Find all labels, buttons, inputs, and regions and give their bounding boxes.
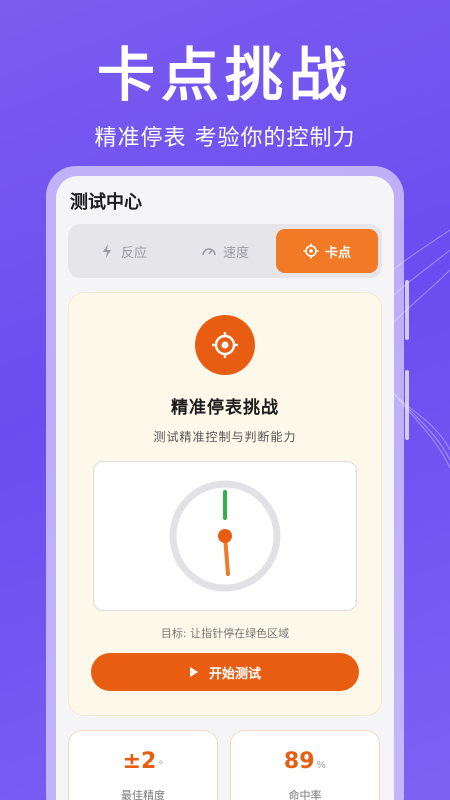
goal-text: 目标: 让指针停在绿色区域 bbox=[160, 627, 290, 640]
phone-side-button bbox=[405, 280, 409, 340]
tab-timing[interactable]: 卡点 bbox=[276, 229, 378, 273]
challenge-icon-badge bbox=[195, 315, 255, 375]
tab-speed[interactable]: 速度 bbox=[174, 229, 276, 273]
screen-title: 测试中心 bbox=[70, 192, 142, 213]
stat-value: ±2 ° bbox=[122, 749, 164, 774]
phone-side-button bbox=[405, 370, 409, 440]
play-icon bbox=[189, 667, 198, 677]
speedometer-icon bbox=[202, 248, 216, 256]
target-icon bbox=[303, 243, 319, 259]
phone-frame: 测试中心 反应 速度 卡点 精准停表挑战 测试精准控制与判断能力 目标: 让指针… bbox=[46, 166, 404, 800]
crosshair-icon bbox=[212, 332, 238, 358]
stat-label: 最佳精度 bbox=[121, 789, 165, 800]
stat-best-precision: ±2 ° 最佳精度 bbox=[68, 730, 218, 800]
dial-panel bbox=[93, 461, 357, 611]
stopwatch-dial bbox=[169, 480, 281, 592]
stat-value: 89% bbox=[283, 749, 327, 774]
stat-unit: % bbox=[316, 760, 327, 771]
tab-label: 卡点 bbox=[324, 245, 351, 261]
tab-reaction[interactable]: 反应 bbox=[72, 229, 174, 273]
dial-center bbox=[218, 529, 232, 543]
hero-title: 卡点挑战 bbox=[96, 41, 353, 109]
stat-label: 命中率 bbox=[288, 789, 322, 800]
start-test-label: 开始测试 bbox=[208, 666, 261, 682]
hero-subtitle: 精准停表 考验你的控制力 bbox=[94, 126, 356, 151]
start-test-button[interactable]: 开始测试 bbox=[91, 653, 359, 691]
challenge-description: 测试精准控制与判断能力 bbox=[153, 430, 297, 444]
challenge-title: 精准停表挑战 bbox=[171, 398, 279, 418]
bolt-icon bbox=[102, 244, 111, 258]
challenge-card: 精准停表挑战 测试精准控制与判断能力 目标: 让指针停在绿色区域 开始测试 bbox=[68, 292, 382, 716]
app-screen: 测试中心 反应 速度 卡点 精准停表挑战 测试精准控制与判断能力 目标: 让指针… bbox=[56, 176, 394, 800]
stat-hit-rate: 89% 命中率 bbox=[230, 730, 380, 800]
test-type-tabs: 反应 速度 卡点 bbox=[68, 224, 382, 278]
tab-label: 速度 bbox=[222, 245, 249, 261]
stat-unit: ° bbox=[158, 760, 164, 771]
tab-label: 反应 bbox=[120, 245, 147, 261]
